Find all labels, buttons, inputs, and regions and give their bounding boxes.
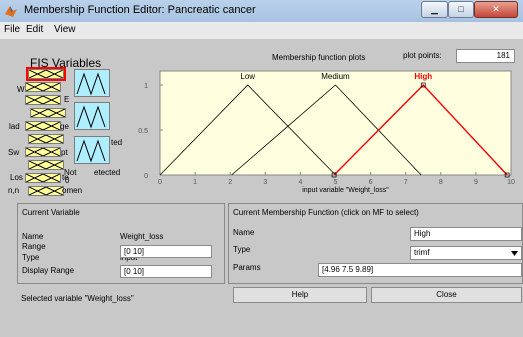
mf-name-label: Name bbox=[233, 228, 255, 237]
mf-params-input[interactable]: [4.96 7.5 9.89] bbox=[318, 263, 522, 277]
x-tick-label: 4 bbox=[298, 179, 302, 186]
status-bar: Selected variable "Weight_loss" bbox=[21, 294, 134, 303]
y-tick-label: 1 bbox=[144, 83, 148, 90]
x-tick-label: 2 bbox=[228, 179, 232, 186]
range-label: Range bbox=[22, 242, 46, 251]
current-variable-title: Current Variable bbox=[22, 208, 80, 217]
dropdown-arrow-icon bbox=[511, 251, 518, 256]
range-input[interactable]: [0 10] bbox=[120, 245, 212, 258]
x-tick-label: 5 bbox=[334, 179, 338, 186]
x-tick-label: 1 bbox=[193, 179, 197, 186]
mf-label-medium: Medium bbox=[321, 72, 350, 81]
x-tick-label: 7 bbox=[404, 179, 408, 186]
mf-label-low: Low bbox=[240, 72, 255, 81]
y-tick-label: 0.5 bbox=[138, 128, 148, 135]
x-axis-label: input variable "Weight_loss" bbox=[302, 187, 389, 194]
display-range-label: Display Range bbox=[22, 266, 75, 275]
x-tick-label: 0 bbox=[158, 179, 162, 186]
variable-name-value: Weight_loss bbox=[120, 232, 164, 241]
mf-params-label: Params bbox=[233, 263, 261, 272]
x-tick-label: 8 bbox=[439, 179, 443, 186]
mf-type-label: Type bbox=[233, 245, 251, 254]
mf-type-dropdown[interactable]: trimf bbox=[410, 246, 522, 260]
x-tick-label: 3 bbox=[263, 179, 267, 186]
mf-editor-window: Membership Function Editor: Pancreatic c… bbox=[0, 0, 523, 337]
current-mf-title: Current Membership Function (click on MF… bbox=[233, 208, 419, 217]
y-tick-label: 0 bbox=[144, 173, 148, 180]
membership-function-plot[interactable]: 00.510 1 2 3 4 5 6 7 8 9 10input variable "Weight_… bbox=[0, 0, 523, 200]
mf-label-high: High bbox=[414, 72, 432, 81]
mf-type-value: trimf bbox=[414, 248, 430, 257]
mf-name-input[interactable]: High bbox=[410, 227, 522, 241]
x-tick-label: 10 bbox=[507, 179, 515, 186]
x-tick-label: 6 bbox=[369, 179, 373, 186]
x-tick-label: 9 bbox=[474, 179, 478, 186]
type-label: Type bbox=[22, 253, 40, 262]
display-range-input[interactable]: [0 10] bbox=[120, 265, 212, 278]
name-label: Name bbox=[22, 232, 44, 241]
